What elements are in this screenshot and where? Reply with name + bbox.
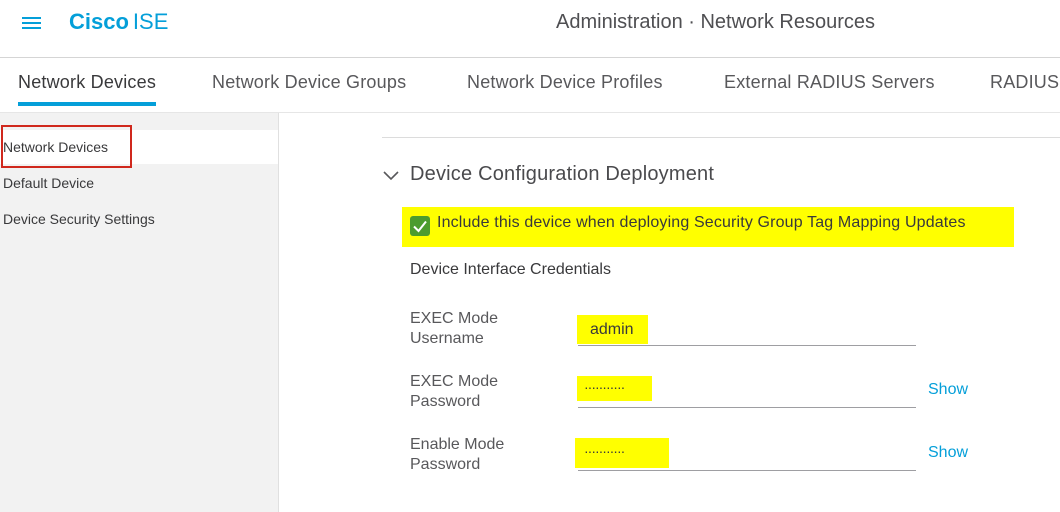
exec-password-input[interactable]: ··········· [584, 379, 625, 395]
page-title: Administration · Network Resources [556, 11, 875, 33]
tab-network-device-profiles[interactable]: Network Device Profiles [467, 72, 663, 105]
exec-username-label-line2: Username [410, 330, 484, 347]
brand-name: Cisco [69, 9, 129, 34]
exec-password-show-link[interactable]: Show [928, 381, 968, 399]
section-divider [382, 137, 1060, 138]
sidebar-item-network-devices[interactable]: Network Devices [0, 130, 278, 164]
top-header: Cisco ISE Administration · Network Resour… [0, 0, 1060, 58]
sidebar-item-device-security-settings[interactable]: Device Security Settings [0, 202, 278, 236]
sidebar: Network Devices Default Device Device Se… [0, 113, 279, 512]
exec-password-label: EXEC Mode Password [410, 372, 498, 412]
hamburger-menu-icon[interactable] [20, 14, 44, 34]
enable-password-label-line2: Password [410, 456, 481, 473]
brand-product: ISE [132, 9, 169, 34]
tab-network-devices[interactable]: Network Devices [18, 72, 157, 106]
exec-username-label-line1: EXEC Mode [410, 310, 499, 327]
device-interface-credentials-title: Device Interface Credentials [410, 261, 611, 278]
enable-password-label: Enable Mode Password [410, 435, 504, 475]
enable-password-underline [578, 470, 916, 471]
chevron-down-icon [383, 171, 399, 181]
enable-password-show-link[interactable]: Show [928, 444, 968, 462]
exec-password-label-line2: Password [410, 393, 481, 410]
exec-username-underline [578, 345, 916, 346]
sgt-mapping-checkbox-label: Include this device when deploying Secur… [437, 214, 966, 231]
tab-bar: Network Devices Network Device Groups Ne… [0, 58, 1060, 113]
tab-radius[interactable]: RADIUS [990, 72, 1059, 105]
sgt-mapping-checkbox[interactable] [410, 216, 430, 236]
enable-password-input[interactable]: ··········· [584, 443, 625, 459]
exec-password-label-line1: EXEC Mode [410, 373, 499, 390]
tab-network-device-groups[interactable]: Network Device Groups [212, 72, 406, 105]
sidebar-item-default-device[interactable]: Default Device [0, 166, 278, 200]
section-title: Device Configuration Deployment [410, 163, 715, 185]
exec-username-input[interactable]: admin [590, 321, 634, 339]
exec-password-underline [578, 407, 916, 408]
exec-username-label: EXEC Mode Username [410, 309, 498, 349]
checkmark-icon [413, 220, 427, 233]
checkbox-row-highlight: Include this device when deploying Secur… [402, 207, 1014, 247]
enable-password-label-line1: Enable Mode [410, 436, 505, 453]
tab-external-radius-servers[interactable]: External RADIUS Servers [724, 72, 935, 105]
brand-logo[interactable]: Cisco ISE [69, 9, 168, 35]
